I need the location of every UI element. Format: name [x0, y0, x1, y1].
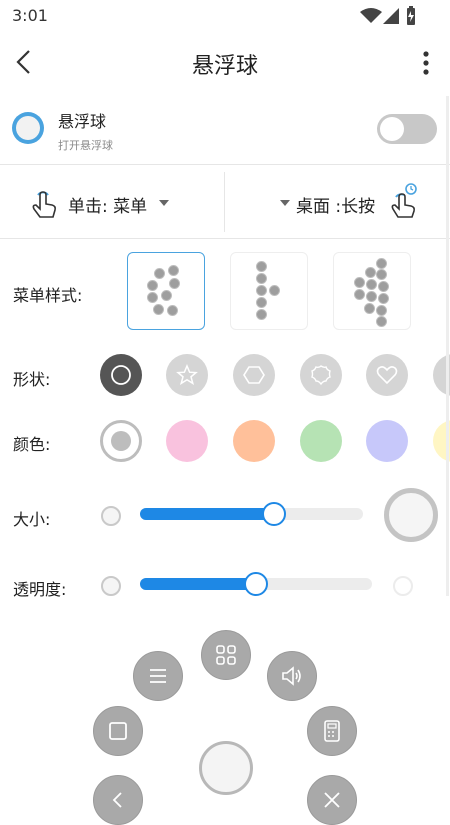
color-swatch-gray: [111, 431, 131, 451]
star-icon: [176, 364, 198, 386]
volume-icon: [282, 666, 301, 686]
calculator-icon: [324, 720, 340, 742]
preview-menu-back[interactable]: [93, 775, 143, 825]
chevron-down-icon: [280, 200, 290, 206]
opacity-label: 透明度:: [13, 580, 67, 599]
more-options-icon[interactable]: [420, 50, 432, 76]
shape-label: 形状:: [13, 370, 51, 389]
preview-menu-list[interactable]: [133, 651, 183, 701]
divider: [0, 164, 450, 165]
shape-option-star[interactable]: [166, 354, 208, 396]
shape-option-heart[interactable]: [366, 354, 408, 396]
color-option-green[interactable]: [300, 420, 342, 462]
shape-option-hexagon[interactable]: [233, 354, 275, 396]
preview-menu-grid[interactable]: [201, 630, 251, 680]
battery-icon: [407, 6, 415, 25]
status-bar: 3:01: [0, 0, 450, 32]
size-small-icon: [101, 506, 121, 526]
opacity-opaque-icon: [101, 576, 121, 596]
gesture-divider: [224, 172, 225, 232]
floating-ball-subtitle: 打开悬浮球: [58, 139, 113, 152]
shape-option-flower[interactable]: [300, 354, 342, 396]
color-option-pink[interactable]: [166, 420, 208, 462]
floating-ball-toggle[interactable]: [377, 114, 437, 144]
square-icon: [109, 722, 127, 740]
menu-style-option-column[interactable]: [230, 252, 308, 330]
status-time: 3:01: [12, 6, 48, 25]
long-press-gesture-icon: [391, 183, 417, 218]
hexagon-icon: [243, 366, 265, 384]
floating-ball-title: 悬浮球: [58, 112, 107, 131]
size-slider-fill: [140, 508, 274, 520]
long-press-action-selector[interactable]: 桌面 :长按: [296, 192, 375, 217]
heart-icon: [376, 366, 398, 385]
wifi-icon: [360, 8, 382, 23]
app-bar: 悬浮球: [0, 32, 450, 94]
menu-style-option-half-ring[interactable]: [333, 252, 411, 330]
opacity-slider-fill: [140, 578, 256, 590]
size-slider-thumb[interactable]: [262, 502, 286, 526]
menu-style-label: 菜单样式:: [13, 286, 83, 305]
size-large-icon: [384, 488, 438, 542]
opacity-slider-thumb[interactable]: [244, 572, 268, 596]
size-slider-track[interactable]: [140, 502, 363, 526]
preview-menu-tools[interactable]: [307, 775, 357, 825]
color-option-gray[interactable]: [100, 420, 142, 462]
preview-menu-calculator[interactable]: [307, 706, 357, 756]
size-label: 大小:: [13, 510, 51, 529]
back-icon: [112, 792, 122, 808]
tap-gesture-icon: [32, 191, 56, 218]
preview-menu-square[interactable]: [93, 706, 143, 756]
tools-icon: [324, 792, 340, 808]
color-option-orange[interactable]: [233, 420, 275, 462]
grid-icon: [216, 645, 236, 665]
color-label: 颜色:: [13, 435, 51, 454]
color-option-purple[interactable]: [366, 420, 408, 462]
page-title: 悬浮球: [191, 54, 258, 79]
menu-style-option-arc[interactable]: [127, 252, 205, 330]
opacity-slider-track[interactable]: [140, 572, 372, 596]
floating-ball-icon: [12, 112, 44, 144]
divider: [0, 238, 450, 239]
signal-icon: [383, 8, 399, 24]
preview-menu-volume[interactable]: [267, 651, 317, 701]
flower-icon: [311, 365, 331, 386]
circle-icon: [111, 365, 131, 385]
toggle-knob: [380, 117, 404, 141]
tap-action-selector[interactable]: 单击: 菜单: [68, 192, 147, 217]
preview-floating-ball[interactable]: [199, 741, 253, 795]
shape-option-circle[interactable]: [100, 354, 142, 396]
list-icon: [150, 669, 166, 683]
scrollbar[interactable]: [446, 96, 449, 596]
opacity-transparent-icon: [393, 576, 413, 596]
chevron-down-icon: [159, 200, 169, 206]
